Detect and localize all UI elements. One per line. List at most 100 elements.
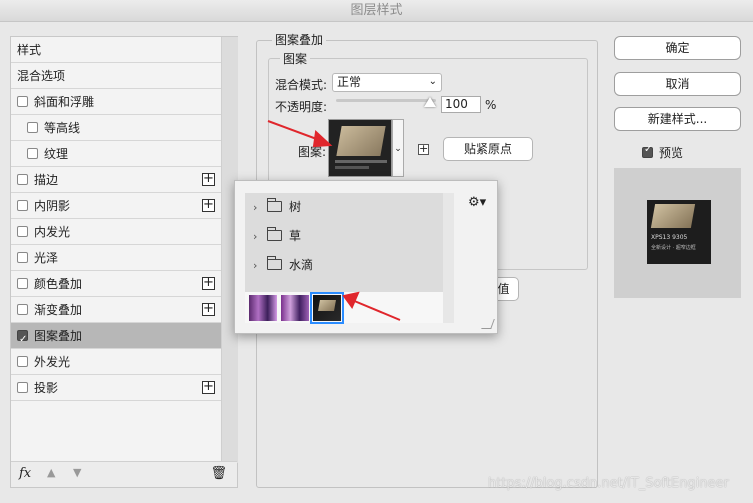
move-down-icon[interactable]: ▼ — [73, 466, 81, 479]
style-item-label: 颜色叠加 — [34, 277, 83, 291]
chevron-right-icon[interactable]: › — [253, 251, 257, 280]
pattern-swatch[interactable] — [328, 119, 392, 177]
style-item-label: 斜面和浮雕 — [34, 95, 95, 109]
style-checkbox[interactable] — [17, 226, 28, 237]
style-item[interactable]: 图案叠加 — [11, 323, 221, 353]
style-item[interactable]: 投影 + — [11, 375, 221, 401]
style-checkbox[interactable] — [17, 200, 28, 211]
style-checkbox[interactable] — [17, 174, 28, 185]
style-item-label: 等高线 — [44, 121, 81, 135]
blend-mode-select[interactable]: 正常 ⌄ — [332, 73, 442, 92]
style-item-label: 纹理 — [44, 147, 69, 161]
style-item[interactable]: 外发光 — [11, 349, 221, 375]
preview-label: 预览 — [659, 146, 684, 160]
add-effect-plus-icon[interactable]: + — [202, 380, 215, 394]
style-item[interactable]: 颜色叠加 + — [11, 271, 221, 297]
ok-button[interactable]: 确定 — [614, 36, 741, 60]
pattern-swatch-purple-pattern-1[interactable] — [249, 295, 277, 321]
styles-header[interactable]: 样式 — [11, 37, 221, 63]
styles-list: 样式 混合选项 斜面和浮雕等高线纹理描边 + 内阴影 + 内发光光泽颜色叠加 + 渐变叠加 +… — [11, 37, 221, 401]
folder-name: 树 — [289, 200, 302, 214]
gear-icon[interactable]: ⚙▾ — [468, 195, 486, 210]
folder-icon — [267, 227, 282, 241]
chevron-down-icon: ⌄ — [428, 76, 437, 87]
opacity-slider[interactable] — [336, 99, 436, 102]
new-preset-plus-icon[interactable]: + — [418, 143, 429, 155]
style-item[interactable]: 斜面和浮雕 — [11, 89, 221, 115]
style-item-label: 外发光 — [34, 355, 71, 369]
style-item[interactable]: 内阴影 + — [11, 193, 221, 219]
trash-icon[interactable]: 🗑 — [210, 466, 227, 481]
blend-mode-value: 正常 — [337, 75, 362, 89]
style-item-label: 渐变叠加 — [34, 303, 83, 317]
new-style-button[interactable]: 新建样式... — [614, 107, 741, 131]
styles-panel: 样式 混合选项 斜面和浮雕等高线纹理描边 + 内阴影 + 内发光光泽颜色叠加 + 渐变叠加 +… — [10, 36, 238, 488]
style-checkbox[interactable] — [17, 327, 28, 353]
add-effect-plus-icon[interactable]: + — [202, 276, 215, 290]
style-item-label: 内阴影 — [34, 199, 71, 213]
style-item[interactable]: 等高线 — [11, 115, 221, 141]
style-item-label: 光泽 — [34, 251, 59, 265]
opacity-slider-thumb[interactable] — [424, 97, 436, 107]
preview-thumb-line1: XPS13 9305 — [651, 234, 688, 241]
cancel-button[interactable]: 取消 — [614, 72, 741, 96]
preview-thumbnail: XPS13 9305 全新设计 · 超窄边框 — [647, 200, 711, 264]
pattern-folder-list: › 树 › 草 › 水滴 — [245, 193, 443, 324]
opacity-unit: % — [485, 98, 497, 112]
style-checkbox[interactable] — [27, 148, 38, 159]
picker-scrollbar[interactable] — [443, 193, 454, 323]
style-checkbox[interactable] — [17, 304, 28, 315]
style-checkbox[interactable] — [17, 252, 28, 263]
style-checkbox[interactable] — [17, 278, 28, 289]
preview-thumb-line2: 全新设计 · 超窄边框 — [651, 245, 696, 251]
chevron-right-icon[interactable]: › — [253, 193, 257, 222]
add-effect-plus-icon[interactable]: + — [202, 302, 215, 316]
blend-options-label: 混合选项 — [17, 69, 66, 83]
resize-grip-icon[interactable] — [481, 319, 495, 329]
pattern-folder-row[interactable]: › 水滴 — [245, 251, 443, 280]
blend-mode-label: 混合模式: — [275, 78, 328, 92]
pattern-swatch-purple-pattern-2[interactable] — [281, 295, 309, 321]
preview-check-icon[interactable] — [642, 144, 653, 158]
fx-button[interactable]: fx — [19, 466, 31, 481]
style-item-label: 图案叠加 — [34, 329, 83, 343]
style-item[interactable]: 纹理 — [11, 141, 221, 167]
watermark: https://blog.csdn.net/IT_SoftEngineer — [488, 476, 729, 491]
pattern-folder-row[interactable]: › 草 — [245, 222, 443, 251]
add-effect-plus-icon[interactable]: + — [202, 172, 215, 186]
add-effect-plus-icon[interactable]: + — [202, 198, 215, 212]
style-item[interactable]: 内发光 — [11, 219, 221, 245]
pattern-swatches — [245, 292, 443, 324]
subgroup-title: 图案 — [280, 50, 311, 67]
style-checkbox[interactable] — [27, 122, 38, 133]
style-checkbox[interactable] — [17, 96, 28, 107]
folder-name: 水滴 — [289, 258, 314, 272]
laptop-graphic — [318, 300, 336, 311]
style-item-label: 描边 — [34, 173, 59, 187]
snap-origin-button[interactable]: 贴紧原点 — [443, 137, 533, 161]
style-item[interactable]: 渐变叠加 + — [11, 297, 221, 323]
pattern-label: 图案: — [298, 145, 327, 159]
pattern-dropdown-button[interactable]: ⌄ — [392, 119, 404, 177]
folder-icon — [267, 198, 282, 212]
chevron-right-icon[interactable]: › — [253, 222, 257, 251]
pattern-swatch-laptop-pattern[interactable] — [310, 292, 344, 324]
move-up-icon[interactable]: ▲ — [47, 466, 55, 479]
styles-footer: fx ▲ ▼ 🗑 — [11, 461, 237, 487]
style-item-label: 内发光 — [34, 225, 71, 239]
preview-area: XPS13 9305 全新设计 · 超窄边框 — [614, 168, 741, 298]
style-checkbox[interactable] — [17, 382, 28, 393]
group-title: 图案叠加 — [272, 31, 327, 48]
folder-icon — [267, 256, 282, 270]
folder-name: 草 — [289, 229, 302, 243]
styles-header-label: 样式 — [17, 43, 42, 57]
style-item-label: 投影 — [34, 381, 59, 395]
preview-checkbox[interactable]: 预览 — [642, 144, 683, 161]
style-item[interactable]: 描边 + — [11, 167, 221, 193]
pattern-folder-row[interactable]: › 树 — [245, 193, 443, 222]
window-title: 图层样式 — [0, 0, 753, 22]
blend-options-item[interactable]: 混合选项 — [11, 63, 221, 89]
opacity-input[interactable]: 100 — [441, 96, 481, 113]
style-item[interactable]: 光泽 — [11, 245, 221, 271]
style-checkbox[interactable] — [17, 356, 28, 367]
